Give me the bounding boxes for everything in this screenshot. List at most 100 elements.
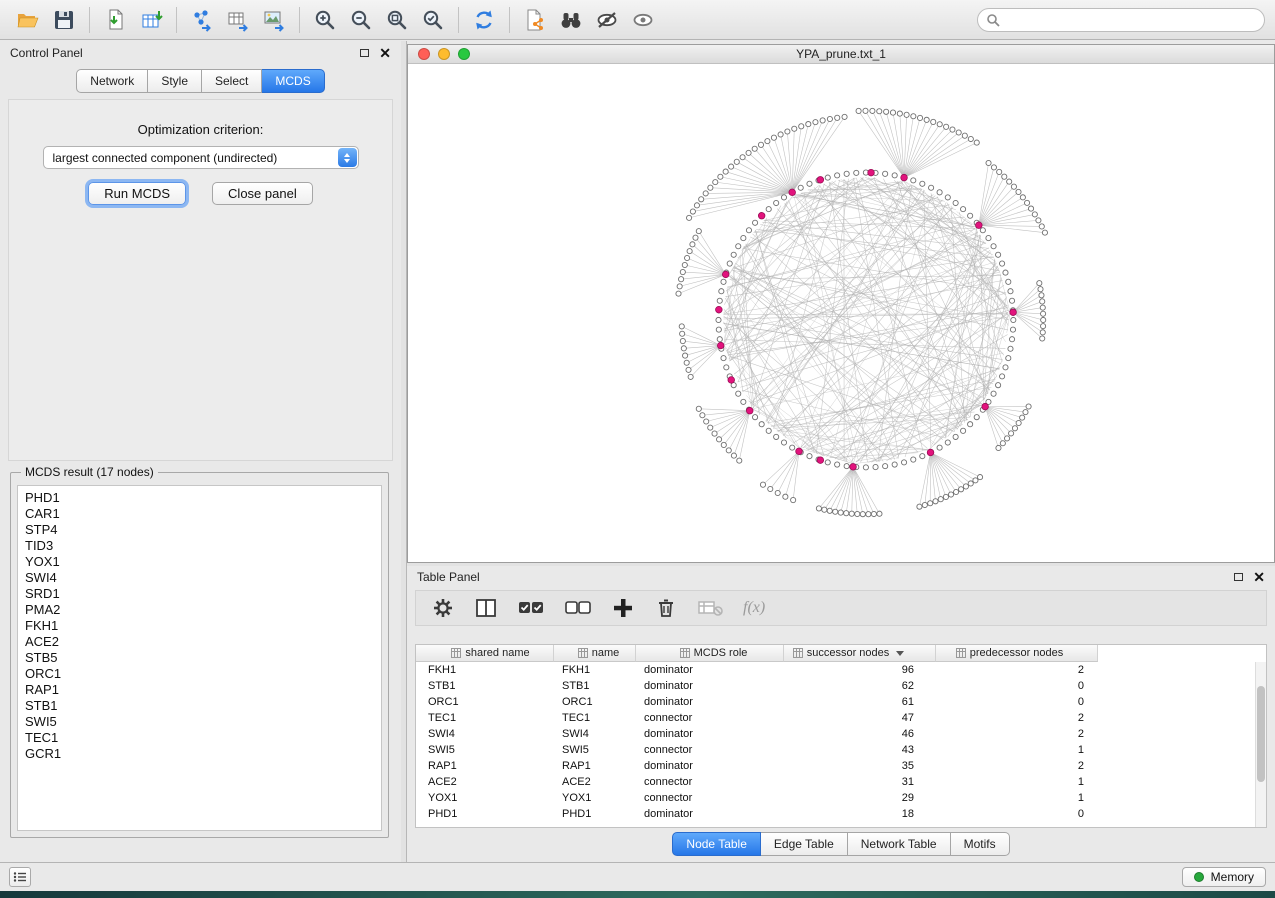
toolbar-separator — [509, 7, 510, 33]
network-graph[interactable] — [408, 64, 1274, 562]
close-panel-icon[interactable]: ✕ — [379, 48, 391, 58]
settings-gear-icon[interactable] — [430, 595, 456, 621]
float-table-panel-icon[interactable] — [1234, 573, 1243, 581]
tab-style[interactable]: Style — [148, 69, 202, 93]
zoom-fit-icon[interactable] — [379, 5, 415, 35]
delete-column-icon[interactable] — [653, 595, 679, 621]
column-type-icon — [451, 648, 461, 658]
mcds-result-item[interactable]: PMA2 — [25, 602, 374, 618]
mcds-result-item[interactable]: SWI4 — [25, 570, 374, 586]
zoom-selected-icon[interactable] — [415, 5, 451, 35]
table-cell: ORC1 — [416, 694, 554, 710]
column-header-predecessor-nodes[interactable]: predecessor nodes — [936, 645, 1098, 662]
mcds-result-item[interactable]: CAR1 — [25, 506, 374, 522]
network-title-bar[interactable]: YPA_prune.txt_1 — [408, 45, 1274, 64]
application-window: Control Panel ✕ Network Style Select MCD… — [0, 0, 1275, 891]
mcds-result-item[interactable]: YOX1 — [25, 554, 374, 570]
run-mcds-button[interactable]: Run MCDS — [88, 182, 186, 205]
mcds-result-item[interactable]: STP4 — [25, 522, 374, 538]
maximize-window-icon[interactable] — [458, 48, 470, 60]
table-row[interactable]: ACE2ACE2connector311 — [416, 774, 1266, 790]
mcds-result-item[interactable]: ACE2 — [25, 634, 374, 650]
table-row[interactable]: FKH1FKH1dominator962 — [416, 662, 1266, 678]
mcds-result-item[interactable]: FKH1 — [25, 618, 374, 634]
table-cell: dominator — [636, 662, 784, 678]
tab-node-table[interactable]: Node Table — [672, 832, 761, 856]
mcds-result-item[interactable]: STB5 — [25, 650, 374, 666]
table-row[interactable]: STB1STB1dominator620 — [416, 678, 1266, 694]
mcds-result-item[interactable]: STB1 — [25, 698, 374, 714]
close-panel-button[interactable]: Close panel — [212, 182, 313, 205]
float-panel-icon[interactable] — [360, 49, 369, 57]
function-builder-icon[interactable]: f(x) — [743, 599, 765, 617]
tab-edge-table[interactable]: Edge Table — [761, 832, 848, 856]
zoom-in-icon[interactable] — [307, 5, 343, 35]
search-box[interactable] — [977, 8, 1265, 32]
network-title: YPA_prune.txt_1 — [408, 47, 1274, 61]
mcds-result-list[interactable]: PHD1CAR1STP4TID3YOX1SWI4SRD1PMA2FKH1ACE2… — [17, 485, 382, 831]
minimize-window-icon[interactable] — [438, 48, 450, 60]
table-row[interactable]: SWI5SWI5connector431 — [416, 742, 1266, 758]
tab-network-table[interactable]: Network Table — [848, 832, 951, 856]
save-icon[interactable] — [46, 5, 82, 35]
delete-table-icon[interactable] — [696, 595, 726, 621]
table-cell: RAP1 — [416, 758, 554, 774]
table-row[interactable]: YOX1YOX1connector291 — [416, 790, 1266, 806]
refresh-icon[interactable] — [466, 5, 502, 35]
zoom-out-icon[interactable] — [343, 5, 379, 35]
mcds-result-item[interactable]: RAP1 — [25, 682, 374, 698]
export-network-icon[interactable] — [184, 5, 220, 35]
scrollbar-thumb[interactable] — [1257, 686, 1265, 782]
export-table-icon[interactable] — [220, 5, 256, 35]
select-all-icon[interactable] — [516, 595, 546, 621]
table-cell: 2 — [936, 710, 1098, 726]
table-cell: 1 — [936, 774, 1098, 790]
column-header-successor-nodes[interactable]: successor nodes — [784, 645, 936, 662]
mcds-result-item[interactable]: ORC1 — [25, 666, 374, 682]
memory-button[interactable]: Memory — [1182, 867, 1266, 887]
eye-icon[interactable] — [625, 5, 661, 35]
table-row[interactable]: SWI4SWI4dominator462 — [416, 726, 1266, 742]
table-cell: dominator — [636, 758, 784, 774]
column-header-name[interactable]: name — [554, 645, 636, 662]
network-canvas[interactable] — [408, 64, 1274, 562]
table-cell: dominator — [636, 726, 784, 742]
mcds-result-item[interactable]: TEC1 — [25, 730, 374, 746]
optimization-criterion-select[interactable]: largest connected component (undirected) — [43, 146, 359, 169]
table-row[interactable]: RAP1RAP1dominator352 — [416, 758, 1266, 774]
node-table: shared name name MCDS role successor nod… — [415, 644, 1267, 828]
table-cell: TEC1 — [416, 710, 554, 726]
mcds-result-item[interactable]: GCR1 — [25, 746, 374, 762]
column-header-mcds-role[interactable]: MCDS role — [636, 645, 784, 662]
tab-mcds[interactable]: MCDS — [262, 69, 324, 93]
table-cell: connector — [636, 710, 784, 726]
table-row[interactable]: PHD1PHD1dominator180 — [416, 806, 1266, 822]
mcds-result-item[interactable]: PHD1 — [25, 490, 374, 506]
document-share-icon[interactable] — [517, 5, 553, 35]
close-table-panel-icon[interactable]: ✕ — [1253, 572, 1265, 582]
tab-motifs[interactable]: Motifs — [951, 832, 1010, 856]
export-image-icon[interactable] — [256, 5, 292, 35]
binoculars-icon[interactable] — [553, 5, 589, 35]
tab-network[interactable]: Network — [76, 69, 148, 93]
deselect-all-icon[interactable] — [563, 595, 593, 621]
mcds-result-item[interactable]: SRD1 — [25, 586, 374, 602]
open-folder-icon[interactable] — [10, 5, 46, 35]
search-input[interactable] — [1006, 13, 1256, 27]
table-cell: 31 — [784, 774, 936, 790]
task-history-button[interactable] — [9, 867, 31, 887]
import-network-file-icon[interactable] — [97, 5, 133, 35]
column-header-shared-name[interactable]: shared name — [416, 645, 554, 662]
eye-slash-icon[interactable] — [589, 5, 625, 35]
mcds-result-item[interactable]: TID3 — [25, 538, 374, 554]
show-columns-icon[interactable] — [473, 595, 499, 621]
table-row[interactable]: TEC1TEC1connector472 — [416, 710, 1266, 726]
close-window-icon[interactable] — [418, 48, 430, 60]
table-row[interactable]: ORC1ORC1dominator610 — [416, 694, 1266, 710]
table-panel-tabs: Node Table Edge Table Network Table Moti… — [407, 832, 1275, 856]
tab-select[interactable]: Select — [202, 69, 262, 93]
mcds-result-item[interactable]: SWI5 — [25, 714, 374, 730]
table-vertical-scrollbar[interactable] — [1255, 662, 1266, 827]
add-column-icon[interactable] — [610, 595, 636, 621]
import-table-file-icon[interactable] — [133, 5, 169, 35]
